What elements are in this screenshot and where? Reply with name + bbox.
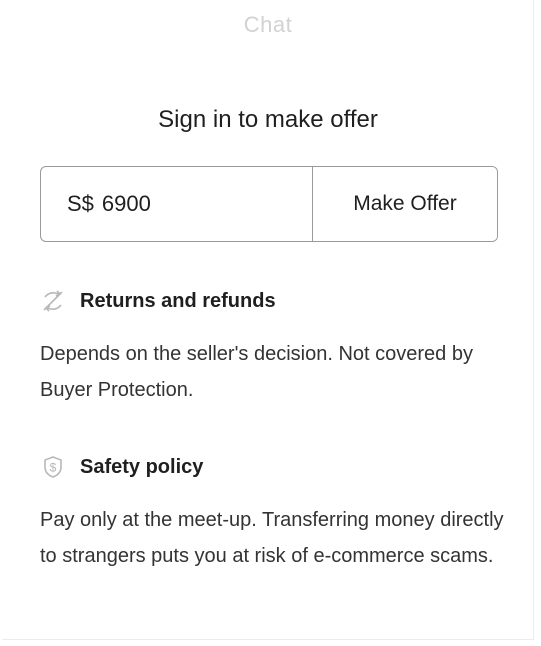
safety-section-header: $ Safety policy [40, 454, 203, 480]
offer-form: S$ 6900 Make Offer [40, 166, 498, 242]
returns-section-header: Returns and refunds [40, 288, 276, 314]
price-value: 6900 [101, 191, 151, 216]
returns-description: Depends on the seller's decision. Not co… [40, 343, 473, 401]
safety-title: Safety policy [80, 455, 204, 478]
currency-label: S$ [67, 191, 94, 216]
svg-text:$: $ [50, 461, 57, 475]
offer-card: Chat Sign in to make offer S$ 6900 Make … [2, 0, 534, 640]
no-return-icon [40, 288, 66, 314]
returns-title: Returns and refunds [80, 289, 276, 312]
make-offer-button[interactable]: Make Offer [313, 167, 497, 241]
offer-title: Sign in to make offer [158, 106, 378, 133]
dollar-shield-icon: $ [40, 454, 66, 480]
price-input[interactable]: S$ 6900 [41, 167, 313, 241]
chat-tab[interactable]: Chat [2, 12, 534, 38]
safety-description: Pay only at the meet-up. Transferring mo… [40, 509, 504, 567]
